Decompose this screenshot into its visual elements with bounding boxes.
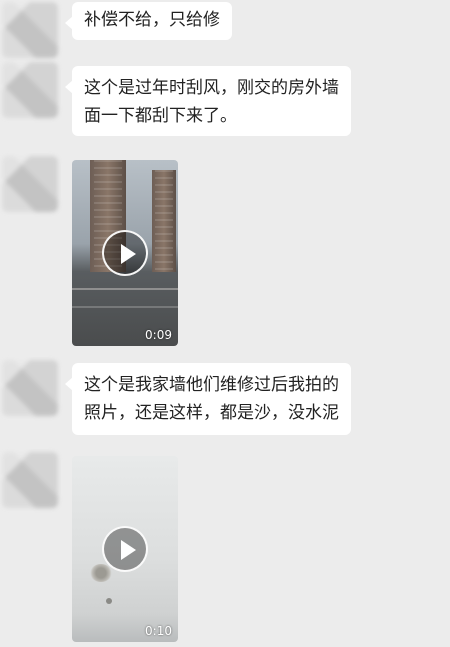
avatar[interactable] (2, 2, 58, 58)
video-thumbnail-road (72, 288, 178, 290)
message-text: 这个是过年时刮风，刚交的房外墙 (84, 78, 339, 98)
play-icon[interactable] (102, 526, 148, 572)
message-text: 面一下都刮下来了。 (84, 106, 237, 126)
message-bubble[interactable]: 这个是我家墙他们维修过后我拍的 照片，还是这样，都是沙，没水泥 (65, 363, 351, 435)
avatar[interactable] (2, 360, 58, 416)
avatar[interactable] (2, 452, 58, 508)
video-thumbnail-road (72, 306, 178, 308)
avatar[interactable] (2, 62, 58, 118)
video-message[interactable]: 0:09 (72, 160, 178, 346)
avatar[interactable] (2, 156, 58, 212)
message-bubble[interactable]: 这个是过年时刮风，刚交的房外墙 面一下都刮下来了。 (65, 66, 351, 136)
message-text: 这个是我家墙他们维修过后我拍的 (84, 375, 339, 395)
video-thumbnail-stain (90, 564, 112, 582)
video-thumbnail-stain (106, 598, 112, 604)
video-message[interactable]: 0:10 (72, 456, 178, 642)
message-text: 补偿不给，只给修 (84, 10, 220, 30)
play-icon[interactable] (102, 230, 148, 276)
video-duration: 0:10 (145, 624, 172, 638)
video-duration: 0:09 (145, 328, 172, 342)
video-thumbnail-building (152, 170, 176, 272)
message-text: 照片，还是这样，都是沙，没水泥 (84, 403, 339, 423)
message-bubble[interactable]: 补偿不给，只给修 (65, 2, 232, 40)
chat-window: 补偿不给，只给修 这个是过年时刮风，刚交的房外墙 面一下都刮下来了。 0:09 … (0, 0, 450, 647)
